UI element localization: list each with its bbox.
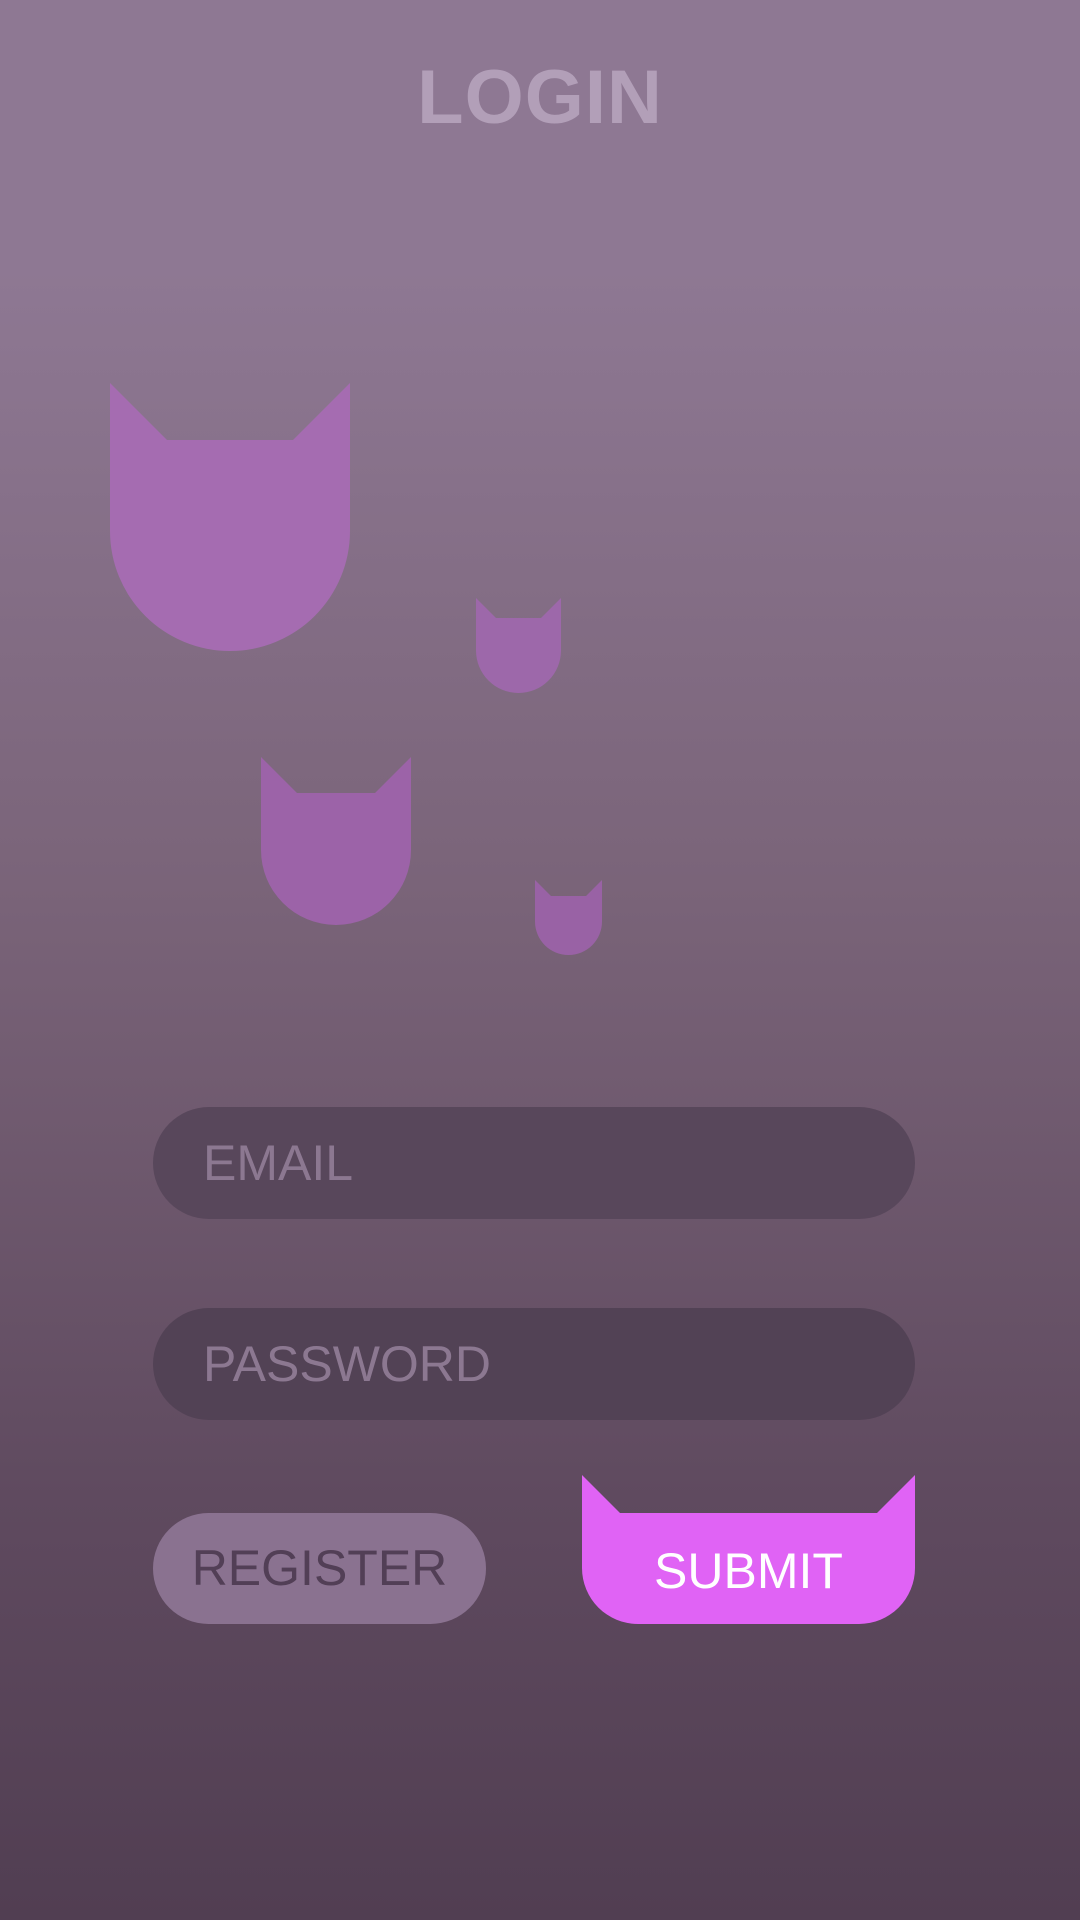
cat-head-icon xyxy=(261,757,411,925)
register-button[interactable]: REGISTER xyxy=(153,1513,486,1624)
submit-button[interactable]: SUBMIT xyxy=(582,1475,915,1624)
cat-head-icon xyxy=(476,598,561,693)
page-title: LOGIN xyxy=(417,55,663,140)
password-field[interactable] xyxy=(153,1308,915,1420)
submit-label: SUBMIT xyxy=(654,1543,843,1599)
email-field[interactable] xyxy=(153,1107,915,1219)
cat-head-icon xyxy=(535,880,602,955)
login-screen: LOGIN REGISTER SUBMIT xyxy=(0,0,1080,1920)
cat-head-icon xyxy=(110,383,350,651)
